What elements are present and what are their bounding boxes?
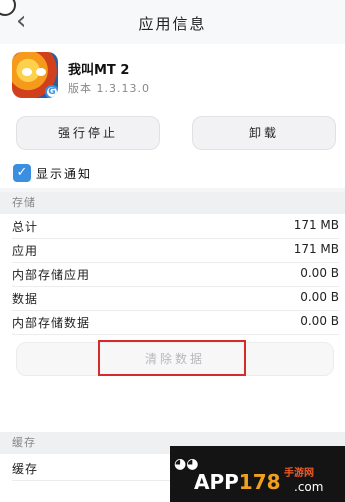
app-version: 版本 1.3.13.0 bbox=[68, 82, 150, 95]
storage-row-label: 应用 bbox=[12, 244, 39, 258]
app-badge-icon: G bbox=[45, 85, 58, 98]
app-icon: G bbox=[12, 52, 58, 98]
storage-row-value: 171 MB bbox=[293, 242, 339, 256]
watermark-brand: APP178 bbox=[194, 470, 281, 494]
watermark-com: .com bbox=[294, 480, 324, 494]
cache-row-label: 缓存 bbox=[12, 462, 39, 476]
storage-row-app: 应用 171 MB bbox=[12, 238, 339, 263]
show-notifications-label: 显示通知 bbox=[36, 167, 93, 181]
watermark-sub: 手游网 bbox=[284, 468, 314, 479]
storage-row-label: 内部存储数据 bbox=[12, 316, 91, 330]
watermark-num: 178 bbox=[238, 470, 281, 494]
watermark-logo: ◕◕ 手游网 APP178 .com bbox=[170, 446, 345, 502]
app-header: G 我叫MT 2 版本 1.3.13.0 bbox=[0, 44, 345, 106]
watermark-app: APP bbox=[194, 470, 239, 494]
storage-section-header: 存储 bbox=[0, 192, 345, 214]
highlight-box bbox=[98, 340, 246, 376]
storage-row-value: 0.00 B bbox=[300, 266, 339, 280]
storage-section: 总计 171 MB 应用 171 MB 内部存储应用 0.00 B 数据 0.0… bbox=[0, 214, 345, 432]
storage-row-label: 数据 bbox=[12, 292, 39, 306]
storage-row-label: 内部存储应用 bbox=[12, 268, 91, 282]
uninstall-button[interactable]: 卸载 bbox=[192, 116, 336, 150]
storage-row-label: 总计 bbox=[12, 220, 39, 234]
app-icon-eye bbox=[22, 68, 32, 76]
storage-row-value: 0.00 B bbox=[300, 314, 339, 328]
top-bar: ‹ 应用信息 bbox=[0, 0, 345, 44]
checkbox-checked-icon[interactable]: ✓ bbox=[13, 164, 31, 182]
storage-row-total: 总计 171 MB bbox=[12, 214, 339, 239]
force-stop-button[interactable]: 强行停止 bbox=[16, 116, 160, 150]
storage-row-data: 数据 0.00 B bbox=[12, 286, 339, 311]
show-notifications-row[interactable]: ✓ 显示通知 bbox=[0, 158, 345, 188]
storage-row-internal-app: 内部存储应用 0.00 B bbox=[12, 262, 339, 287]
storage-row-value: 0.00 B bbox=[300, 290, 339, 304]
action-buttons: 强行停止 卸载 bbox=[0, 106, 345, 158]
storage-row-value: 171 MB bbox=[293, 218, 339, 232]
storage-row-internal-data: 内部存储数据 0.00 B bbox=[12, 310, 339, 335]
app-icon-eye bbox=[36, 68, 46, 76]
app-name: 我叫MT 2 bbox=[68, 63, 130, 78]
page-title: 应用信息 bbox=[138, 15, 207, 33]
